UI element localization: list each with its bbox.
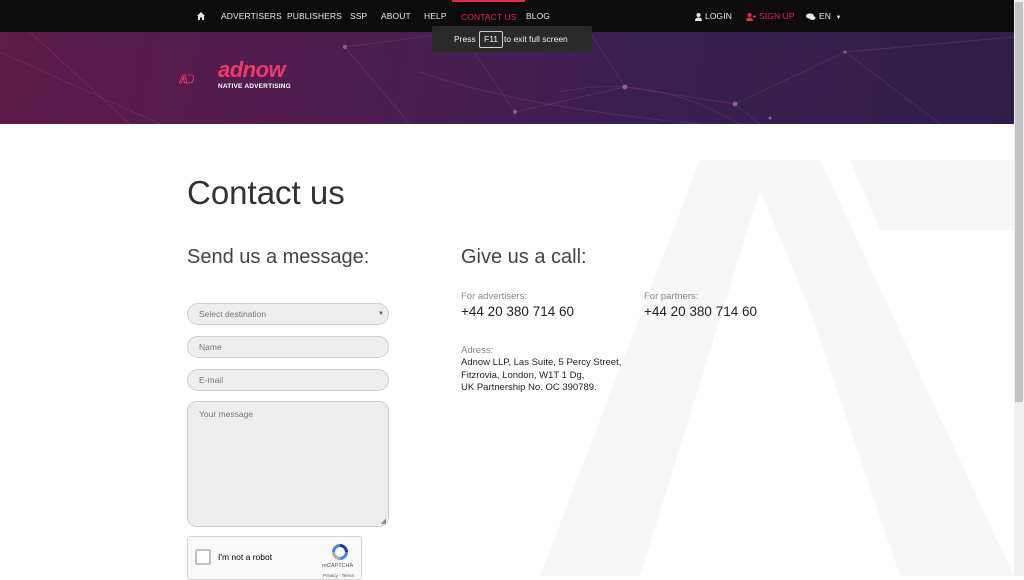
name-input[interactable]: Name [187,336,389,358]
address-label: Adress: [461,345,494,356]
language-label: EN [819,11,832,21]
recaptcha-widget: I'm not a robot reCAPTCHA Privacy - Term… [187,536,362,580]
resize-handle-icon[interactable]: ◢ [381,517,386,525]
recaptcha-logo-icon [332,544,348,560]
language-dropdown[interactable]: EN ▼ [806,0,842,32]
nav-advertisers[interactable]: ADVERTISERS [221,0,282,32]
recaptcha-checkbox[interactable] [195,549,211,565]
signup-link[interactable]: SIGN UP [746,0,795,32]
chat-icon [806,13,816,20]
user-icon [695,12,702,21]
address-line: UK Partnership No. OC 390789. [461,382,597,393]
caret-down-icon: ▼ [835,15,842,21]
address-line: Adnow LLP, Las Suite, 5 Percy Street, [461,357,622,368]
toast-text: to exit full screen [504,34,568,44]
toast-key: F11 [479,31,504,48]
scrollbar-thumb[interactable] [1015,2,1023,402]
partners-label: For partners: [644,291,699,302]
form-heading: Send us a message: [187,246,370,268]
home-icon[interactable] [197,12,205,20]
login-label: LOGIN [705,11,732,21]
message-placeholder: Your message [199,409,254,419]
destination-select-value: Select destination [199,309,267,319]
add-user-icon [746,12,756,21]
logo-wordmark: adnow [218,57,286,82]
fullscreen-notice: Press F11 to exit full screen [432,26,592,52]
name-placeholder: Name [199,342,222,352]
advertisers-phone[interactable]: +44 20 380 714 60 [461,304,574,319]
call-heading: Give us a call: [461,246,587,268]
message-textarea[interactable]: Your message ◢ [187,401,389,527]
recaptcha-label: I'm not a robot [218,552,273,562]
nav-ssp[interactable]: SSP [350,0,367,32]
partners-phone[interactable]: +44 20 380 714 60 [644,304,757,319]
adnow-logo-mark[interactable] [178,64,218,94]
nav-publishers[interactable]: PUBLISHERS [287,0,342,32]
signup-label: SIGN UP [759,11,795,21]
select-caret-icon: ▼ [378,311,384,317]
recaptcha-brand: reCAPTCHA [322,563,354,569]
logo-tagline: NATIVE ADVERTISING [218,83,291,90]
page-title: Contact us [187,174,345,211]
advertisers-label: For advertisers: [461,291,527,302]
email-placeholder: E-mail [199,375,224,385]
email-input[interactable]: E-mail [187,369,389,391]
address-line: Fitzrovia, London, W1T 1 Dg, [461,370,585,381]
toast-press: Press [454,34,476,44]
nav-about[interactable]: ABOUT [381,0,411,32]
destination-select[interactable]: Select destination ▼ [187,303,389,325]
login-link[interactable]: LOGIN [695,0,732,32]
